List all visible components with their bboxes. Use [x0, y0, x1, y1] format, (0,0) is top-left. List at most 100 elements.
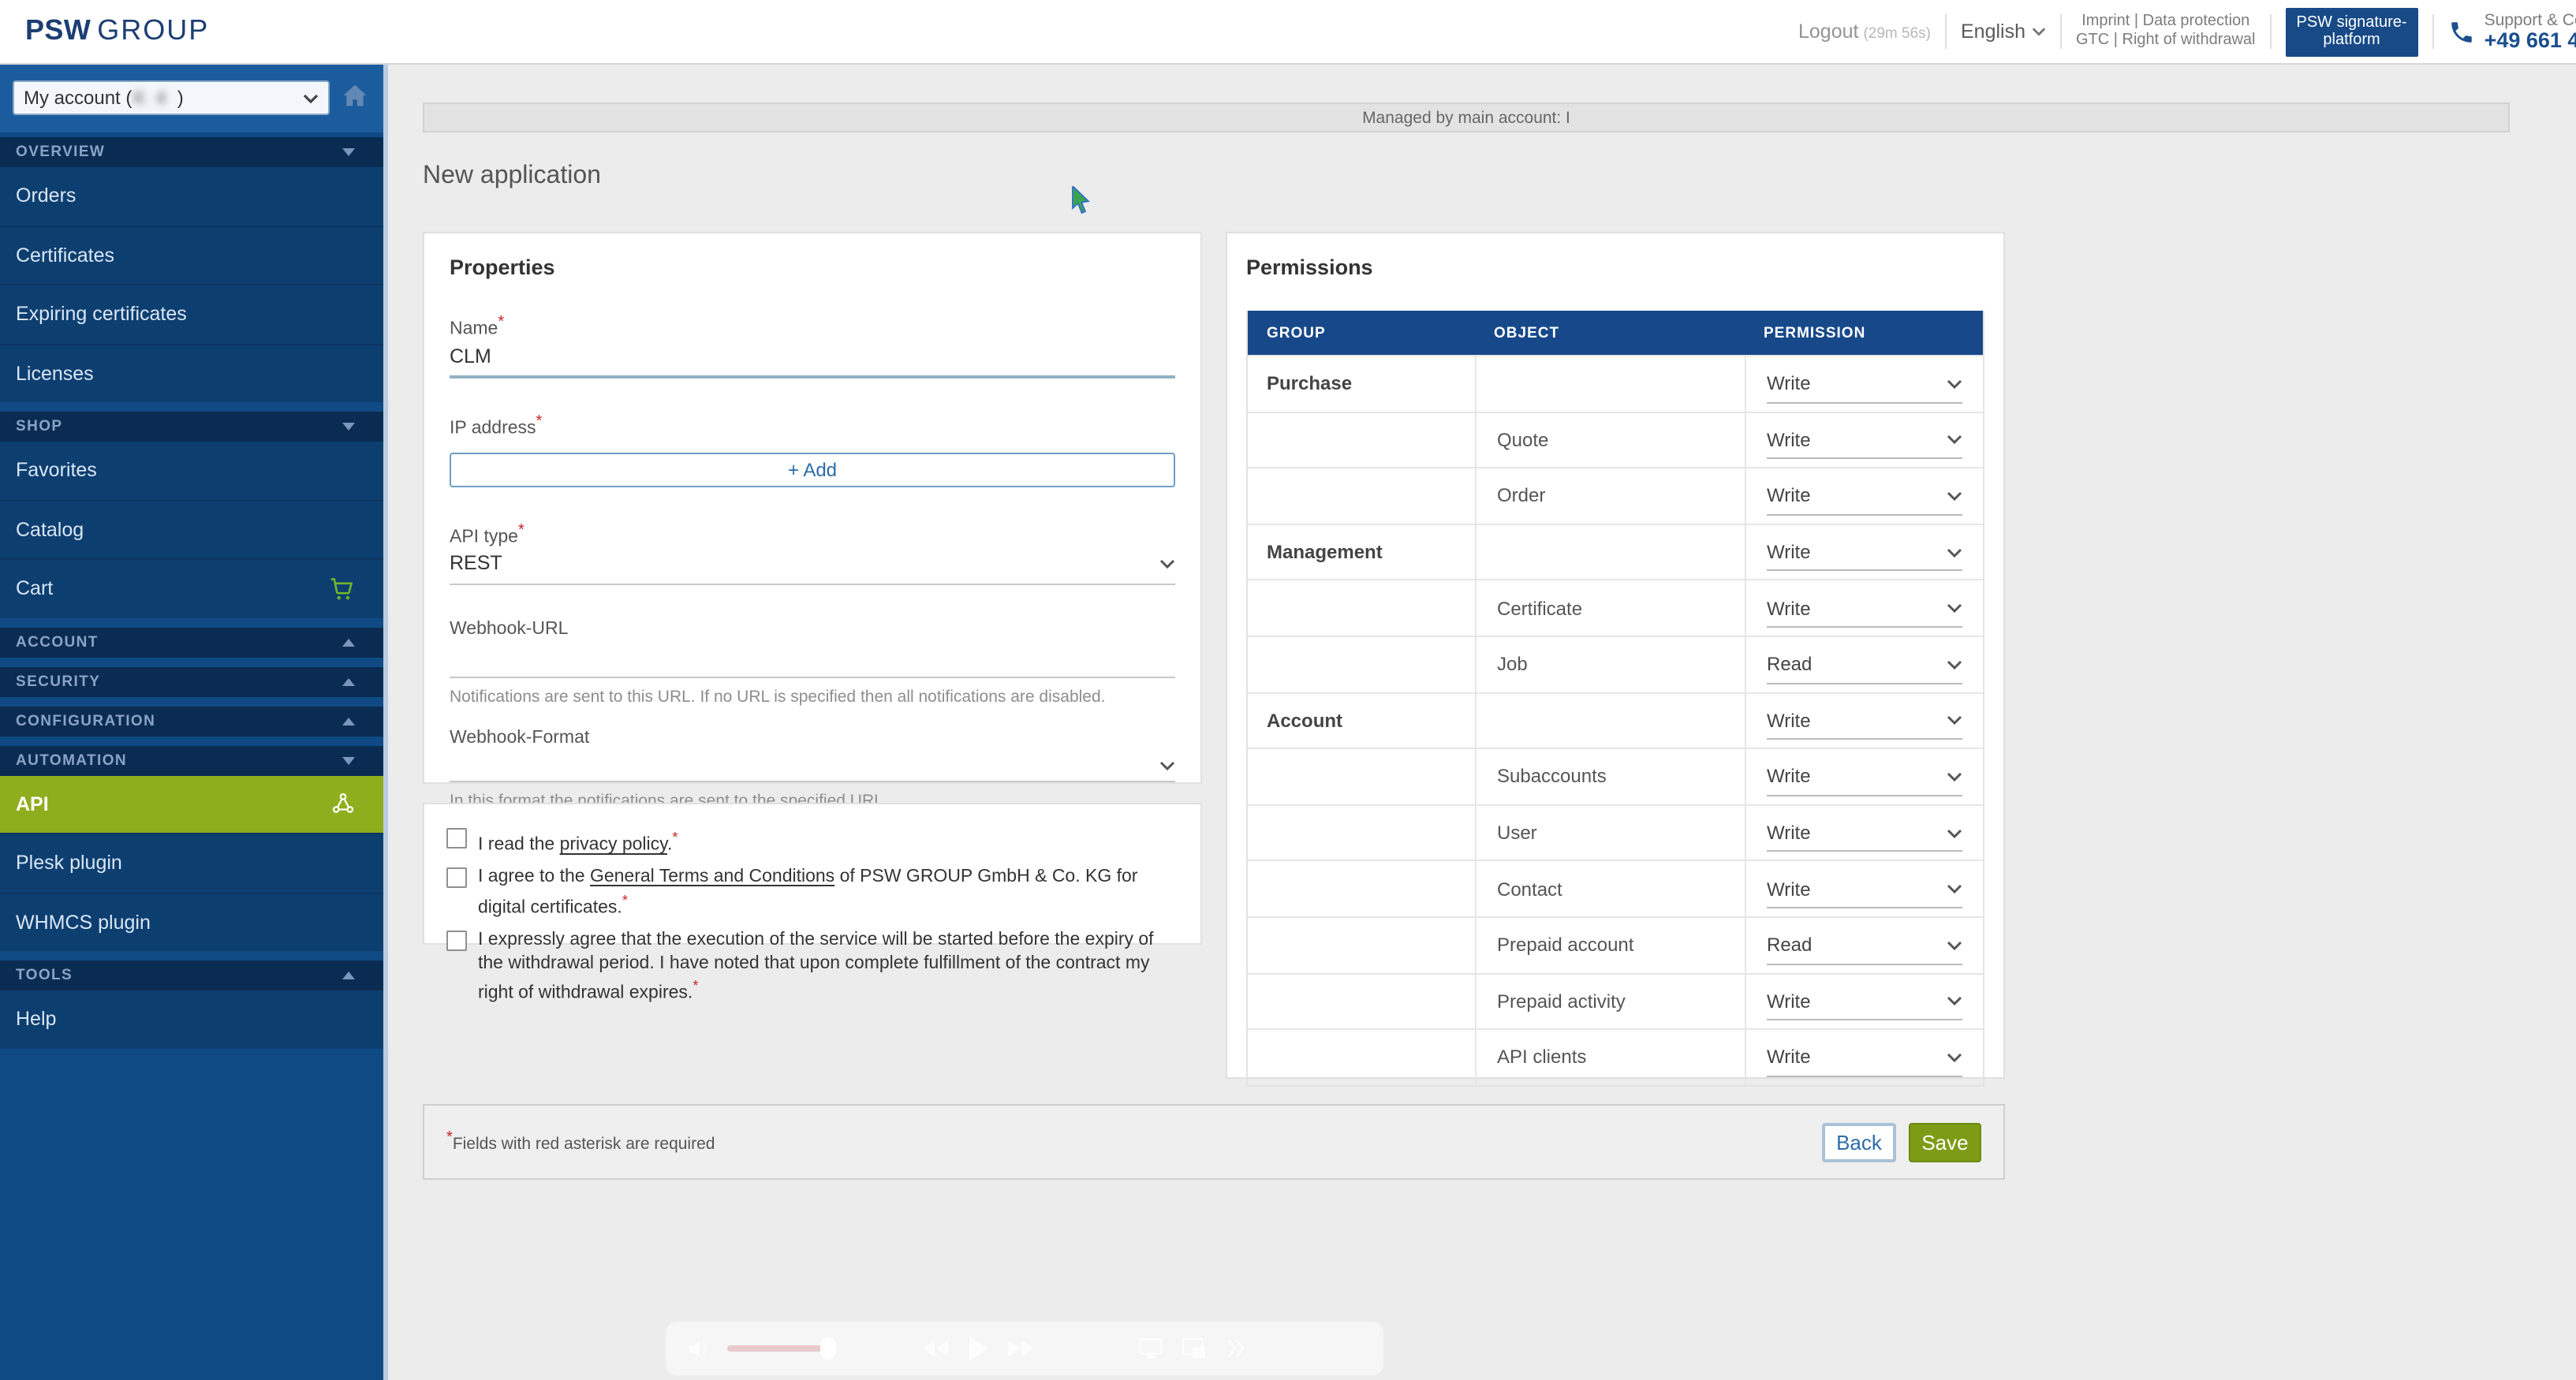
required-asterisk: * [536, 413, 543, 431]
permission-value: Write [1767, 822, 1811, 844]
sidebar-item-certificates[interactable]: Certificates [0, 225, 383, 284]
webhook-format-select[interactable] [450, 748, 1175, 783]
chevron-down-icon [1947, 659, 1962, 670]
permission-row: UserWrite [1248, 804, 1983, 860]
group-cell [1248, 412, 1475, 467]
agreement-row: I expressly agree that the execution of … [446, 929, 1178, 1005]
permission-cell: Write [1745, 581, 1989, 636]
group-cell [1248, 862, 1475, 916]
legal-links-top[interactable]: Imprint | Data protection [2076, 12, 2256, 32]
video-controls-overlay-ghost [666, 1322, 1383, 1375]
sidebar-section-account[interactable]: ACCOUNT [0, 627, 383, 657]
sidebar-section-shop[interactable]: SHOP [0, 412, 383, 442]
properties-title: Properties [450, 255, 1175, 279]
sidebar-section-tools[interactable]: TOOLS [0, 960, 383, 990]
permission-select[interactable]: Write [1767, 693, 1962, 748]
object-cell: API clients [1475, 1030, 1745, 1084]
phone-icon [2448, 18, 2475, 45]
object-cell [1475, 525, 1745, 580]
fast-forward-icon [1008, 1339, 1035, 1358]
header-divider [2060, 14, 2062, 49]
sidebar-section-overview[interactable]: OVERVIEW [0, 137, 383, 167]
group-cell [1248, 637, 1475, 692]
legal-links[interactable]: Imprint | Data protection GTC | Right of… [2076, 12, 2256, 51]
chevron-down-icon [1947, 379, 1962, 390]
webhook-url-input[interactable] [450, 640, 1175, 679]
sidebar-section-configuration[interactable]: CONFIGURATION [0, 706, 383, 736]
group-cell: Management [1248, 525, 1475, 580]
permission-row: JobRead [1248, 636, 1983, 692]
agreement-checkbox[interactable] [446, 868, 467, 889]
logo-bold-text: PSW [25, 14, 91, 46]
permission-value: Write [1767, 485, 1811, 507]
permission-cell: Write [1745, 806, 1989, 860]
permission-select[interactable]: Write [1767, 862, 1962, 916]
permission-row: Management Write [1248, 524, 1983, 580]
chevron-down-icon [1159, 761, 1175, 772]
mouse-cursor [1071, 186, 1090, 214]
chevron-down-icon [1947, 435, 1962, 446]
sidebar-item-label: Licenses [16, 363, 94, 385]
agreement-checkbox[interactable] [446, 828, 467, 849]
permission-select[interactable]: Write [1767, 468, 1962, 523]
account-select[interactable]: My account (K4) [13, 80, 330, 115]
sidebar-section-security[interactable]: SECURITY [0, 666, 383, 696]
sidebar-item-favorites[interactable]: Favorites [0, 442, 383, 499]
sidebar-item-whmcs-plugin[interactable]: WHMCS plugin [0, 892, 383, 951]
sidebar-item-catalog[interactable]: Catalog [0, 499, 383, 558]
permission-select[interactable]: Write [1767, 581, 1962, 636]
agreement-link[interactable]: privacy policy [560, 836, 667, 855]
language-select[interactable]: English [1961, 21, 2046, 43]
sidebar-item-orders[interactable]: Orders [0, 167, 383, 225]
agreement-checkbox[interactable] [446, 931, 467, 951]
group-cell: Purchase [1248, 356, 1475, 411]
chevron-down-icon [1947, 546, 1962, 558]
agreement-link[interactable]: General Terms and Conditions [590, 868, 834, 887]
psw-signature-platform-button[interactable]: PSW signature- platform [2286, 7, 2418, 56]
permission-select[interactable]: Write [1767, 525, 1962, 580]
sidebar-item-plesk-plugin[interactable]: Plesk plugin [0, 833, 383, 892]
sidebar-item-licenses[interactable]: Licenses [0, 343, 383, 402]
permission-select[interactable]: Write [1767, 412, 1962, 467]
logout-link[interactable]: Logout(29m 56s) [1798, 21, 1931, 43]
support-contact: Support & Consulting +49 661 480 276 10 [2448, 11, 2576, 52]
api-type-select[interactable]: REST [450, 553, 1175, 586]
support-label: Support & Consulting [2485, 11, 2576, 30]
sidebar-item-label: Help [16, 1009, 56, 1031]
session-timer: (29m 56s) [1863, 25, 1931, 43]
sidebar-section-automation[interactable]: AUTOMATION [0, 745, 383, 775]
home-icon[interactable] [342, 84, 368, 115]
name-label: Name* [450, 314, 1175, 339]
permission-select[interactable]: Write [1767, 356, 1962, 411]
webhook-url-label: Webhook-URL [450, 621, 1175, 640]
chevron-down-icon [342, 756, 355, 764]
sidebar-item-label: Plesk plugin [16, 852, 122, 875]
application-window: PSWGROUP Logout(29m 56s) English Imprint… [0, 0, 2576, 1380]
cart-icon [330, 577, 355, 601]
psw-group-logo[interactable]: PSWGROUP [25, 14, 209, 47]
header-divider [2270, 14, 2272, 49]
legal-links-bottom[interactable]: GTC | Right of withdrawal [2076, 32, 2256, 51]
permission-select[interactable]: Write [1767, 749, 1962, 804]
name-input[interactable]: CLM [450, 345, 1175, 379]
add-ip-button[interactable]: + Add [450, 452, 1175, 487]
permission-select[interactable]: Write [1767, 1030, 1962, 1084]
group-cell [1248, 806, 1475, 860]
sidebar-item-api[interactable]: API [0, 775, 383, 833]
chevron-down-icon [1947, 771, 1962, 782]
save-button[interactable]: Save [1909, 1122, 1981, 1162]
sidebar-item-cart[interactable]: Cart [0, 558, 383, 617]
sidebar-item-expiring-certificates[interactable]: Expiring certificates [0, 284, 383, 343]
permission-select[interactable]: Write [1767, 806, 1962, 860]
permission-select[interactable]: Read [1767, 637, 1962, 692]
webhook-format-label: Webhook-Format [450, 729, 1175, 748]
permission-row: Order Write [1248, 467, 1983, 523]
permission-select[interactable]: Read [1767, 918, 1962, 972]
object-cell: Order [1475, 468, 1745, 523]
chevron-down-icon [1947, 827, 1962, 838]
back-button[interactable]: Back [1822, 1122, 1896, 1162]
chevron-down-icon [2032, 27, 2046, 36]
sidebar-item-help[interactable]: Help [0, 990, 383, 1048]
account-select-prefix: My account ( [24, 87, 132, 109]
permission-select[interactable]: Write [1767, 974, 1962, 1028]
